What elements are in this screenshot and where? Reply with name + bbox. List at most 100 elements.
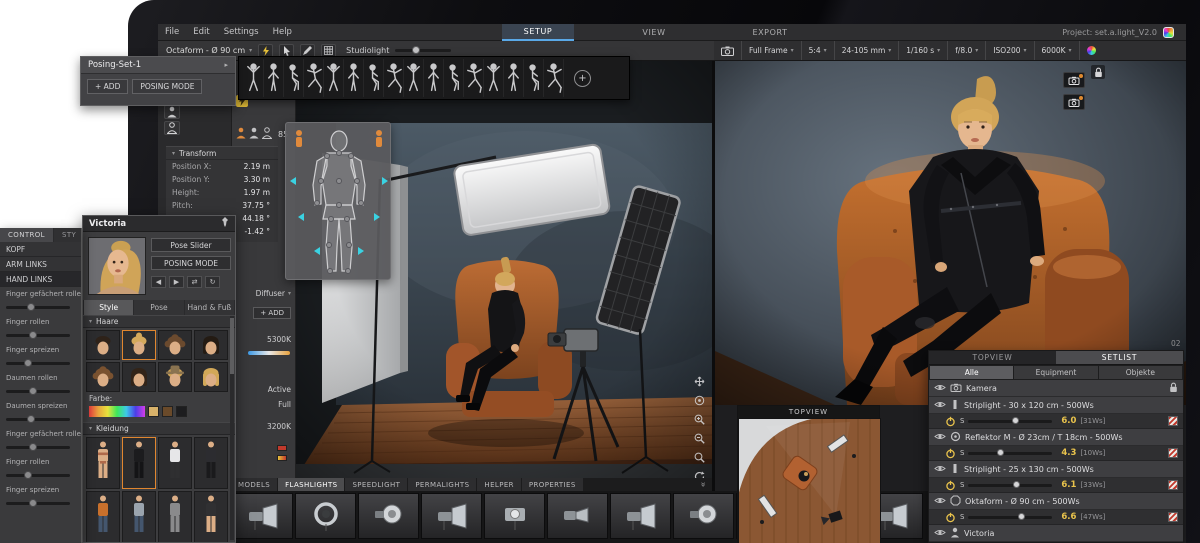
hand-tab-sty[interactable]: STY: [53, 228, 81, 242]
power-icon[interactable]: [945, 476, 956, 495]
pose-thumbnail[interactable]: [504, 59, 524, 97]
outfit-thumbnail-bikini[interactable]: [86, 437, 120, 489]
lock-icon[interactable]: [1091, 65, 1105, 79]
equipment-thumbnail[interactable]: [484, 493, 545, 539]
hair-thumbnail-brown-curls[interactable]: [86, 362, 120, 392]
hand-slider-knob[interactable]: [29, 387, 38, 395]
model-tool-icon[interactable]: [164, 105, 180, 119]
zoom-in-icon[interactable]: [693, 413, 706, 426]
hand-slider[interactable]: [6, 328, 75, 342]
lock-icon[interactable]: [1169, 382, 1178, 395]
model-light-icon[interactable]: [249, 127, 259, 141]
outfit-thumbnail-black-outfit[interactable]: [122, 437, 156, 489]
hair-thumbnail-brown-curly[interactable]: [158, 330, 192, 360]
pose-thumbnail[interactable]: [384, 59, 404, 97]
diffuser-add[interactable]: + ADD: [253, 307, 291, 319]
eye-icon[interactable]: [934, 432, 946, 443]
setlist-row[interactable]: Oktaform - Ø 90 cm - 500Ws: [929, 493, 1183, 510]
hand-slider-knob[interactable]: [26, 303, 35, 311]
pose-thumbnail[interactable]: [364, 59, 384, 97]
bottom-tab-permalights[interactable]: PERMALIGHTS: [408, 478, 477, 491]
snapshot-button-2[interactable]: [1063, 94, 1085, 110]
bottom-tab-flashlights[interactable]: FLASHLIGHTS: [278, 478, 345, 491]
posing-set-row[interactable]: Posing-Set-1 ▸: [81, 57, 235, 74]
setlist-row[interactable]: Striplight - 25 x 130 cm - 500Ws: [929, 461, 1183, 478]
victoria-tab-pose[interactable]: Pose: [134, 300, 184, 315]
pose-thumbnail[interactable]: [344, 59, 364, 97]
hand-slider[interactable]: [6, 412, 75, 426]
hair-thumbnail-blonde-updo[interactable]: [122, 330, 156, 360]
power-icon[interactable]: [945, 412, 956, 431]
pose-reset-icon[interactable]: ↻: [205, 276, 220, 288]
pose-thumbnail[interactable]: [444, 59, 464, 97]
setlist-row[interactable]: Kamera: [929, 380, 1183, 397]
posing-mode-button[interactable]: POSING MODE: [132, 79, 203, 94]
pose-thumbnail[interactable]: [524, 59, 544, 97]
camera-setting-3[interactable]: 1/160 s ▾: [898, 41, 947, 60]
brown-swatch[interactable]: [162, 406, 173, 417]
app-tab-view[interactable]: VIEW: [618, 24, 690, 41]
hand-slider-knob[interactable]: [23, 471, 32, 479]
setlist-row[interactable]: Victoria: [929, 525, 1183, 542]
setlist-row[interactable]: Reflektor M - Ø 23cm / T 18cm - 500Ws: [929, 429, 1183, 446]
hair-thumbnail-dark-short[interactable]: [86, 330, 120, 360]
power-slider[interactable]: [968, 417, 1053, 424]
red-gel-chip[interactable]: [277, 445, 287, 451]
black-swatch[interactable]: [176, 406, 187, 417]
power-slider[interactable]: [968, 481, 1053, 488]
rainbow-swatch[interactable]: [89, 406, 145, 417]
victoria-tab-style[interactable]: Style: [84, 300, 134, 315]
setlist-filter-equipment[interactable]: Equipment: [1014, 366, 1098, 379]
pose-tool-icon[interactable]: [164, 121, 180, 135]
eye-icon[interactable]: [934, 400, 946, 411]
equipment-thumbnail[interactable]: [295, 493, 356, 539]
color-temp-slider[interactable]: [248, 351, 290, 355]
pose-thumbnail[interactable]: [484, 59, 504, 97]
power-icon[interactable]: [945, 444, 956, 463]
zoom-out-icon[interactable]: [693, 432, 706, 445]
outfit-thumbnail-white-top[interactable]: [158, 437, 192, 489]
bottom-tab-models[interactable]: MODELS: [231, 478, 278, 491]
equipment-thumbnail[interactable]: [232, 493, 293, 539]
model-orange-icon[interactable]: [236, 127, 246, 141]
power-icon[interactable]: [945, 508, 956, 527]
hand-slider[interactable]: [6, 384, 75, 398]
menu-item-file[interactable]: File: [158, 27, 186, 37]
collapse-icon[interactable]: »: [697, 482, 710, 488]
hand-slider-knob[interactable]: [29, 443, 38, 451]
bottom-tab-properties[interactable]: PROPERTIES: [521, 478, 583, 491]
pose-swap-icon[interactable]: ⇄: [187, 276, 202, 288]
setlist-filter-alle[interactable]: Alle: [930, 366, 1014, 379]
model-outline-icon[interactable]: [261, 127, 273, 141]
hair-thumbnail-dark-wavy[interactable]: [122, 362, 156, 392]
power-slider[interactable]: [968, 449, 1053, 456]
outfit-thumbnail-grey-dress[interactable]: [158, 491, 192, 542]
gel-indicator-icon[interactable]: [1168, 416, 1178, 426]
bottom-tab-helper[interactable]: HELPER: [477, 478, 521, 491]
pose-thumbnail[interactable]: [284, 59, 304, 97]
hair-thumbnail-dark-long[interactable]: [194, 330, 228, 360]
hand-slider-knob[interactable]: [26, 415, 35, 423]
topview-panel[interactable]: TOPVIEW: [737, 405, 881, 543]
white-balance-color-icon[interactable]: [1078, 41, 1103, 60]
posing-mannequin-panel[interactable]: [285, 122, 391, 280]
pan-icon[interactable]: [693, 375, 706, 388]
victoria-tab-hand-fu-[interactable]: Hand & Fuß: [184, 300, 234, 315]
search-icon[interactable]: [693, 451, 706, 464]
snapshot-button[interactable]: [1063, 72, 1085, 88]
hand-slider-knob[interactable]: [29, 499, 38, 507]
victoria-scrollbar[interactable]: [230, 316, 234, 540]
pose-prev-icon[interactable]: ◀: [151, 276, 166, 288]
gel-indicator-icon[interactable]: [1168, 512, 1178, 522]
app-tab-setup[interactable]: SETUP: [502, 24, 574, 41]
camera-setting-2[interactable]: 24-105 mm ▾: [833, 41, 899, 60]
eye-icon[interactable]: [934, 528, 946, 539]
pose-thumbnail[interactable]: [424, 59, 444, 97]
hand-group-arm-links[interactable]: ARM LINKS: [0, 257, 81, 272]
camera-setting-0[interactable]: Full Frame ▾: [741, 41, 801, 60]
victoria-titlebar[interactable]: Victoria: [83, 216, 235, 232]
hand-group-hand-links[interactable]: HAND LINKS: [0, 272, 81, 287]
equipment-thumbnail[interactable]: [547, 493, 608, 539]
power-slider-knob[interactable]: [1017, 513, 1025, 520]
hair-thumbnail-blonde-long[interactable]: [194, 362, 228, 392]
